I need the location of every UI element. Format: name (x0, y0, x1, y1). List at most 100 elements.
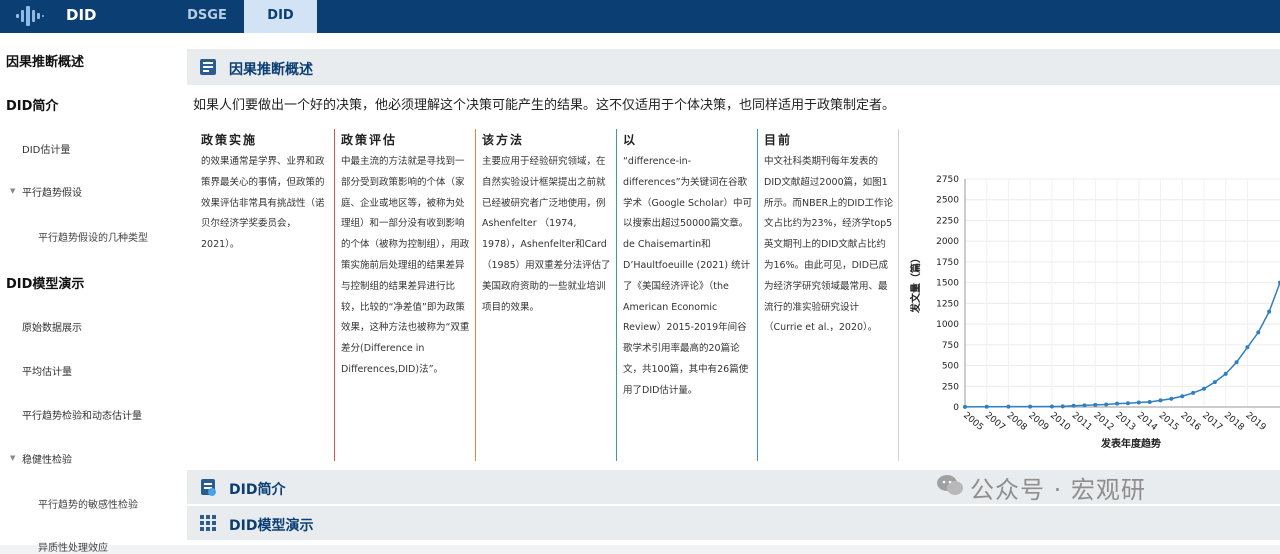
main-content: 因果推断概述 如果人们要做出一个好的决策，他必须理解这个决策可能产生的结果。这不… (170, 33, 1280, 545)
sidebar-item-heterogeneity[interactable]: 异质性处理效应 (38, 539, 108, 554)
sidebar-item-average-estimator[interactable]: 平均估计量 (22, 363, 72, 378)
y-tick-label: 1250 (936, 299, 959, 309)
caret-down-icon[interactable]: ▼ (10, 187, 15, 195)
column-title: 政策评估 (341, 133, 398, 147)
data-point (1071, 403, 1076, 408)
x-tick-label: 2016 (1178, 411, 1202, 434)
column-text: 主要应用于经验研究领域，在自然实验设计框架提出之前就已经被研究者广泛地使用，例 … (482, 156, 611, 313)
data-point (1234, 360, 1239, 365)
column-text: “difference-in-differences”为关键词在谷歌学术（Goo… (623, 156, 752, 396)
app-title: DID (66, 6, 97, 24)
y-tick-label: 1750 (936, 258, 959, 268)
data-point (1169, 396, 1174, 401)
data-point (1082, 403, 1087, 408)
y-tick-label: 1000 (936, 320, 959, 330)
sidebar-item-raw-data[interactable]: 原始数据展示 (22, 319, 82, 334)
column-text: 中文社科类期刊每年发表的DID文献超过2000篇，如图1所示。而NBER上的DI… (764, 156, 894, 334)
data-point (1223, 371, 1228, 376)
data-point (1191, 390, 1196, 395)
data-point (1212, 380, 1217, 385)
sidebar-item-robustness[interactable]: 稳健性检验 (22, 451, 72, 466)
y-tick-label: 2750 (936, 175, 959, 185)
section-title: DID简介 (229, 482, 286, 498)
sidebar-item-parallel-trend-types[interactable]: 平行趋势假设的几种类型 (38, 229, 148, 244)
checklist-icon (201, 479, 216, 496)
x-tick-label: 2013 (1113, 411, 1137, 433)
data-point (1125, 401, 1130, 406)
sidebar-item-did-estimator[interactable]: DID估计量 (22, 141, 70, 156)
data-point (1104, 402, 1109, 407)
column-divider (475, 129, 476, 461)
column-divider (757, 129, 758, 461)
column-text: 的效果通常是学界、业界和政策界最关心的事情，但政策的效果评估非常具有挑战性（诺贝… (201, 156, 325, 251)
data-point (1093, 402, 1098, 407)
y-tick-label: 1500 (936, 279, 959, 289)
y-tick-label: 0 (953, 403, 959, 413)
watermark-text: 公众号 · 宏观研 (970, 476, 1146, 504)
section-header-causal[interactable]: 因果推断概述 (187, 49, 1280, 85)
x-tick-label: 2012 (1091, 411, 1115, 433)
y-tick-label: 2000 (936, 237, 959, 247)
x-axis-title: 发表年度趋势 (1100, 437, 1161, 450)
y-tick-label: 750 (942, 341, 959, 351)
data-point (1060, 404, 1065, 409)
column-title: 政策实施 (201, 133, 258, 147)
x-tick-label: 2008 (1005, 411, 1029, 434)
section-title: DID模型演示 (229, 518, 314, 534)
data-point (1115, 401, 1120, 406)
data-point (1267, 309, 1272, 314)
x-tick-label: 2018 (1222, 411, 1246, 434)
sidebar-item-parallel-trend[interactable]: 平行趋势假设 (22, 184, 82, 199)
data-point (1245, 345, 1250, 350)
column-title: 以 (623, 133, 638, 147)
sidebar: 因果推断概述 DID简介 DID估计量 ▼ 平行趋势假设 平行趋势假设的几种类型… (0, 33, 170, 554)
tab-dsge[interactable]: DSGE (172, 0, 242, 33)
column-title: 该方法 (482, 133, 525, 147)
x-tick-label: 2017 (1200, 411, 1224, 433)
sidebar-item-causal-overview[interactable]: 因果推断概述 (6, 51, 84, 70)
top-bar: DID DSGE DID (0, 0, 1280, 33)
y-tick-label: 250 (942, 382, 959, 392)
document-icon (200, 59, 216, 75)
column-text: 中最主流的方法就是寻找到一部分受到政策影响的个体（家庭、企业或地区等，被称为处理… (341, 156, 470, 375)
column-policy-implementation: 政策实施 的效果通常是学界、业界和政策界最关心的事情，但政策的效果评估非常具有挑… (194, 129, 334, 461)
column-title: 目前 (764, 133, 793, 147)
data-point (1256, 330, 1261, 335)
sidebar-item-dynamic-estimator[interactable]: 平行趋势检验和动态估计量 (22, 407, 142, 422)
data-point (1180, 394, 1185, 399)
x-tick-label: 2019 (1243, 411, 1267, 434)
x-tick-label: 2011 (1070, 411, 1094, 433)
column-current: 目前 中文社科类期刊每年发表的DID文献超过2000篇，如图1所示。而NBER上… (757, 129, 898, 461)
data-point (1028, 404, 1033, 409)
sidebar-item-did-model-demo[interactable]: DID模型演示 (6, 273, 84, 292)
publication-trend-chart: 0 250 500 750 1000 1250 1500 1750 2000 2250 2500 27… (909, 175, 1280, 450)
x-tick-label: 2010 (1048, 411, 1072, 434)
caret-down-icon[interactable]: ▼ (10, 454, 15, 462)
sidebar-item-sensitivity[interactable]: 平行趋势的敏感性检验 (38, 496, 138, 511)
data-point (1136, 400, 1141, 405)
data-point (963, 404, 967, 409)
y-tick-label: 2500 (936, 196, 959, 206)
x-tick-label: 2007 (983, 411, 1007, 433)
data-point (1201, 386, 1206, 391)
sidebar-item-did-intro[interactable]: DID简介 (6, 95, 58, 114)
y-tick-label: 2250 (936, 216, 959, 226)
x-tick-label: 2015 (1157, 411, 1181, 433)
tab-did[interactable]: DID (244, 0, 317, 33)
column-divider (898, 129, 899, 461)
section-header-did-model[interactable]: DID模型演示 (187, 506, 1280, 540)
column-divider (334, 129, 335, 461)
column-divider (616, 129, 617, 461)
intro-text: 如果人们要做出一个好的决策，他必须理解这个决策可能产生的结果。这不仅适用于个体决… (193, 98, 896, 113)
data-point (1049, 404, 1054, 409)
logo-icon (14, 4, 48, 28)
section-title: 因果推断概述 (229, 62, 313, 78)
data-point (1006, 404, 1011, 409)
x-tick-label: 2014 (1135, 411, 1159, 434)
column-keyword: 以 “difference-in-differences”为关键词在谷歌学术（G… (616, 129, 757, 461)
y-axis-title: 发文量（篇） (909, 253, 922, 314)
wechat-icon (937, 475, 963, 495)
data-point (1158, 398, 1163, 403)
data-point (984, 404, 989, 409)
watermark: 公众号 · 宏观研 (936, 470, 1146, 505)
